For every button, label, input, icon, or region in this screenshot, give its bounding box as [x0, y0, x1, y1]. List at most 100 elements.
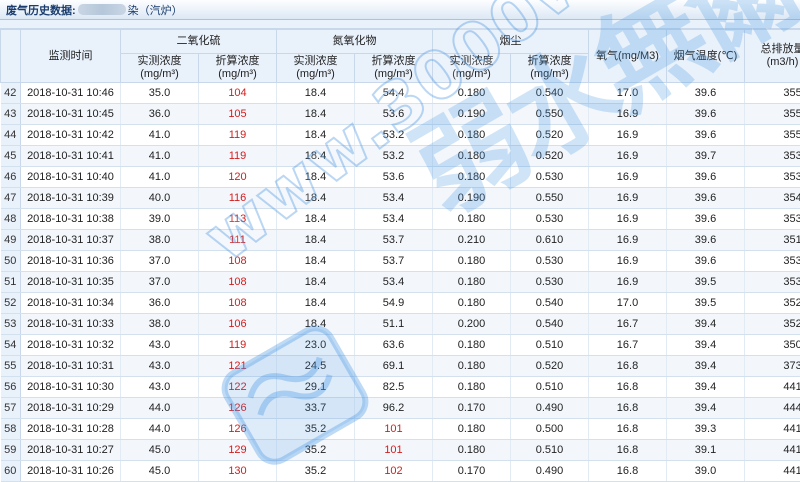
cell-oxygen: 16.9 — [589, 209, 667, 230]
cell-so2-converted: 119 — [199, 125, 277, 146]
header-dust-converted[interactable]: 折算浓度(mg/m³) — [511, 54, 589, 83]
cell-so2-measured: 43.0 — [121, 356, 199, 377]
cell-nox-converted: 53.4 — [355, 272, 433, 293]
cell-so2-converted: 104 — [199, 83, 277, 104]
row-number: 59 — [1, 440, 21, 461]
cell-dust-converted: 0.520 — [511, 146, 589, 167]
row-number: 43 — [1, 104, 21, 125]
cell-flow: 35343 — [745, 209, 800, 230]
cell-dust-converted: 0.510 — [511, 377, 589, 398]
cell-flow: 35390 — [745, 251, 800, 272]
cell-so2-converted: 108 — [199, 272, 277, 293]
table-row[interactable]: 592018-10-31 10:2745.012935.21010.1800.5… — [1, 440, 800, 461]
table-row[interactable]: 512018-10-31 10:3537.010818.453.40.1800.… — [1, 272, 800, 293]
table-row[interactable]: 502018-10-31 10:3637.010818.453.70.1800.… — [1, 251, 800, 272]
table-row[interactable]: 452018-10-31 10:4141.011918.453.20.1800.… — [1, 146, 800, 167]
header-nox[interactable]: 氮氧化物 — [277, 30, 433, 54]
cell-nox-measured: 18.4 — [277, 272, 355, 293]
table-row[interactable]: 562018-10-31 10:3043.012229.182.50.1800.… — [1, 377, 800, 398]
cell-nox-measured: 23.0 — [277, 335, 355, 356]
cell-so2-measured: 40.0 — [121, 188, 199, 209]
cell-so2-measured: 45.0 — [121, 461, 199, 482]
cell-dust-measured: 0.180 — [433, 377, 511, 398]
cell-time: 2018-10-31 10:32 — [21, 335, 121, 356]
row-number: 49 — [1, 230, 21, 251]
header-nox-converted[interactable]: 折算浓度(mg/m³) — [355, 54, 433, 83]
cell-nox-measured: 18.4 — [277, 293, 355, 314]
cell-flow: 44191 — [745, 377, 800, 398]
header-dust[interactable]: 烟尘 — [433, 30, 589, 54]
cell-so2-measured: 43.0 — [121, 335, 199, 356]
table-row[interactable]: 442018-10-31 10:4241.011918.453.20.1800.… — [1, 125, 800, 146]
table-row[interactable]: 602018-10-31 10:2645.013035.21020.1700.4… — [1, 461, 800, 482]
cell-oxygen: 16.9 — [589, 167, 667, 188]
header-dust-measured[interactable]: 实测浓度(mg/m³) — [433, 54, 511, 83]
cell-time: 2018-10-31 10:46 — [21, 83, 121, 104]
cell-temp: 39.4 — [667, 335, 745, 356]
table-row[interactable]: 572018-10-31 10:2944.012633.796.20.1700.… — [1, 398, 800, 419]
cell-so2-converted: 111 — [199, 230, 277, 251]
cell-so2-converted: 119 — [199, 146, 277, 167]
header-nox-measured[interactable]: 实测浓度(mg/m³) — [277, 54, 355, 83]
cell-dust-converted: 0.530 — [511, 209, 589, 230]
header-time[interactable]: 监测时间 — [21, 30, 121, 83]
cell-oxygen: 17.0 — [589, 293, 667, 314]
row-number: 58 — [1, 419, 21, 440]
table-row[interactable]: 522018-10-31 10:3436.010818.454.90.1800.… — [1, 293, 800, 314]
header-oxygen[interactable]: 氧气(mg/M3) — [589, 30, 667, 83]
cell-temp: 39.6 — [667, 83, 745, 104]
cell-nox-converted: 54.4 — [355, 83, 433, 104]
cell-nox-converted: 53.2 — [355, 146, 433, 167]
cell-oxygen: 16.9 — [589, 125, 667, 146]
cell-so2-converted: 116 — [199, 188, 277, 209]
cell-nox-measured: 18.4 — [277, 83, 355, 104]
cell-nox-converted: 53.7 — [355, 230, 433, 251]
cell-dust-converted: 0.550 — [511, 104, 589, 125]
cell-flow: 35520 — [745, 83, 800, 104]
table-row[interactable]: 432018-10-31 10:4536.010518.453.60.1900.… — [1, 104, 800, 125]
header-so2-converted[interactable]: 折算浓度(mg/m³) — [199, 54, 277, 83]
cell-so2-measured: 37.0 — [121, 251, 199, 272]
header-temp[interactable]: 烟气温度(℃) — [667, 30, 745, 83]
cell-nox-measured: 18.4 — [277, 251, 355, 272]
cell-oxygen: 16.8 — [589, 377, 667, 398]
table-row[interactable]: 462018-10-31 10:4041.012018.453.60.1800.… — [1, 167, 800, 188]
cell-so2-converted: 130 — [199, 461, 277, 482]
cell-so2-measured: 38.0 — [121, 314, 199, 335]
cell-temp: 39.6 — [667, 125, 745, 146]
header-so2-measured[interactable]: 实测浓度(mg/m³) — [121, 54, 199, 83]
cell-time: 2018-10-31 10:45 — [21, 104, 121, 125]
cell-dust-converted: 0.530 — [511, 272, 589, 293]
cell-dust-measured: 0.180 — [433, 272, 511, 293]
cell-nox-converted: 53.7 — [355, 251, 433, 272]
cell-time: 2018-10-31 10:38 — [21, 209, 121, 230]
table-row[interactable]: 582018-10-31 10:2844.012635.21010.1800.5… — [1, 419, 800, 440]
cell-nox-measured: 18.4 — [277, 209, 355, 230]
cell-so2-converted: 105 — [199, 104, 277, 125]
cell-oxygen: 16.9 — [589, 188, 667, 209]
cell-so2-measured: 38.0 — [121, 230, 199, 251]
cell-temp: 39.5 — [667, 272, 745, 293]
cell-so2-converted: 119 — [199, 335, 277, 356]
cell-flow: 44150 — [745, 440, 800, 461]
table-row[interactable]: 542018-10-31 10:3243.011923.063.60.1800.… — [1, 335, 800, 356]
cell-so2-converted: 113 — [199, 209, 277, 230]
cell-flow: 35459 — [745, 188, 800, 209]
table-row[interactable]: 482018-10-31 10:3839.011318.453.40.1800.… — [1, 209, 800, 230]
table-row[interactable]: 472018-10-31 10:3940.011618.453.40.1900.… — [1, 188, 800, 209]
cell-oxygen: 16.8 — [589, 440, 667, 461]
table-row[interactable]: 532018-10-31 10:3338.010618.451.10.2000.… — [1, 314, 800, 335]
cell-so2-converted: 122 — [199, 377, 277, 398]
table-row[interactable]: 552018-10-31 10:3143.012124.569.10.1800.… — [1, 356, 800, 377]
table-row[interactable]: 492018-10-31 10:3738.011118.453.70.2100.… — [1, 230, 800, 251]
cell-time: 2018-10-31 10:39 — [21, 188, 121, 209]
title-prefix: 废气历史数据: — [6, 2, 76, 18]
row-number: 42 — [1, 83, 21, 104]
window-title: 废气历史数据: 染（汽炉） — [0, 0, 800, 20]
cell-dust-measured: 0.180 — [433, 419, 511, 440]
emission-history-table: 监测时间 二氧化硫 氮氧化物 烟尘 氧气(mg/M3) 烟气温度(℃) 总排放量… — [0, 29, 800, 482]
header-so2[interactable]: 二氧化硫 — [121, 30, 277, 54]
header-flow[interactable]: 总排放量(m3/h) — [745, 30, 800, 83]
row-number: 52 — [1, 293, 21, 314]
table-row[interactable]: 422018-10-31 10:4635.010418.454.40.1800.… — [1, 83, 800, 104]
